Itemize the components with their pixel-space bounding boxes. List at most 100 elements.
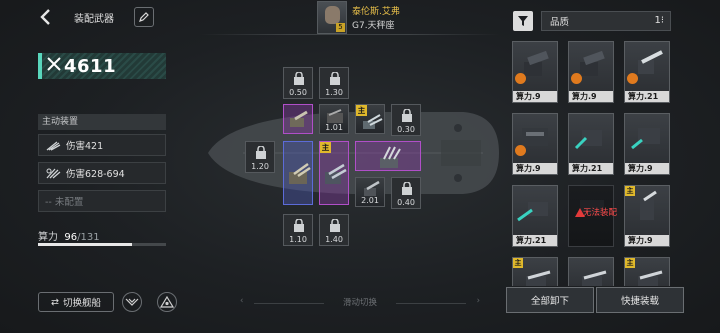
claw-strike-icon xyxy=(45,139,61,151)
active-skill-3[interactable]: -- 未配置 xyxy=(38,190,166,212)
switch-ship-label: 切换舰船 xyxy=(62,298,101,309)
slot-value: 1.01 xyxy=(325,123,343,132)
gear-badge-icon xyxy=(571,73,582,84)
card-compute: 算力.21 xyxy=(569,163,613,174)
combat-power-value: 4611 xyxy=(64,55,117,77)
weapon-card[interactable]: 主 xyxy=(512,257,558,286)
weapon-card[interactable]: 主 xyxy=(624,257,670,286)
weapon-slot-equipped[interactable]: 1.01 xyxy=(319,104,349,134)
cannon-icon xyxy=(582,270,607,286)
main-weapon-badge: 主 xyxy=(320,142,331,153)
weapon-slot-equipped[interactable] xyxy=(283,104,313,134)
card-compute: 算力.21 xyxy=(513,235,557,246)
lock-icon xyxy=(292,71,305,85)
compute-current: 96 xyxy=(64,232,78,243)
switch-ship-button[interactable]: ⇄ 切换舰船 xyxy=(38,292,114,312)
commander-avatar[interactable]: 5 xyxy=(317,1,347,34)
weapon-slot-locked[interactable]: 1.10 xyxy=(283,214,313,246)
back-arrow-icon[interactable] xyxy=(38,8,54,26)
active-skill-1-label: 伤害421 xyxy=(66,141,104,152)
weapon-slot-locked[interactable]: 1.20 xyxy=(245,141,275,173)
card-compute: 算力.9 xyxy=(569,91,613,102)
unequip-all-label: 全部卸下 xyxy=(530,296,569,307)
lock-icon xyxy=(328,71,341,85)
weapon-inventory-grid: 算力.9 算力.9 算力.21 算力.9 算力.21 算力.9 算力.21 无法… xyxy=(512,41,672,286)
weapon-card[interactable]: 算力.9 xyxy=(568,41,614,103)
weapon-slot-large-equipped[interactable]: 主 xyxy=(319,141,349,205)
edit-button[interactable] xyxy=(134,7,154,27)
weapon-slot-locked[interactable]: 0.40 xyxy=(391,177,421,209)
gear-badge-icon xyxy=(627,73,638,84)
card-compute: 算力.9 xyxy=(625,163,669,174)
active-skill-2[interactable]: 伤害628-694 xyxy=(38,162,166,184)
weapon-card[interactable]: 算力.9 xyxy=(624,113,670,175)
quick-equip-label: 快捷装载 xyxy=(620,296,659,307)
weapon-slot-locked[interactable]: 0.30 xyxy=(391,104,421,136)
crossed-swords-icon xyxy=(46,56,62,76)
weapon-card[interactable]: 算力.9 xyxy=(512,41,558,103)
weapon-card[interactable]: 算力.21 xyxy=(568,113,614,175)
lock-icon xyxy=(400,181,413,195)
weapon-slot-locked[interactable]: 0.50 xyxy=(283,67,313,99)
slot-value: 1.10 xyxy=(289,235,307,244)
commander-portrait xyxy=(325,6,340,24)
sort-order-icon: 1⁝ xyxy=(654,15,664,26)
weapon-card[interactable] xyxy=(568,257,614,286)
slot-value: 1.40 xyxy=(325,235,343,244)
compute-max: /131 xyxy=(77,232,100,243)
quick-equip-button[interactable]: 快捷装载 xyxy=(596,287,684,313)
weapon-card[interactable]: 算力.21 xyxy=(624,41,670,103)
swipe-hint[interactable]: ‹ 滑动切换 › xyxy=(240,296,480,310)
swipe-line xyxy=(254,303,324,304)
lock-icon xyxy=(292,218,305,232)
weapon-card[interactable]: 主 算力.9 xyxy=(624,185,670,247)
weapon-slot-equipped[interactable]: 2.01 xyxy=(355,177,385,207)
weapon-card[interactable]: 算力.9 xyxy=(512,113,558,175)
commander-name: 泰伦斯.艾弗 xyxy=(352,7,400,17)
unequip-all-button[interactable]: 全部卸下 xyxy=(506,287,594,313)
lock-icon xyxy=(328,218,341,232)
wing-emblem-icon xyxy=(125,298,139,306)
slot-value: 2.01 xyxy=(361,196,379,205)
cannon-icon xyxy=(363,114,383,129)
energy-cannon-icon xyxy=(631,128,660,150)
missile-launcher-icon xyxy=(380,146,401,168)
compute-progress-bar xyxy=(38,243,166,246)
weapon-card-unavailable[interactable]: 无法装配 xyxy=(568,185,617,247)
fleet-emblem-button[interactable] xyxy=(122,292,142,312)
weapon-card[interactable]: 算力.21 xyxy=(512,185,558,247)
heavy-turret-icon xyxy=(289,162,311,184)
slot-value: 0.30 xyxy=(397,125,415,134)
card-compute: 算力.9 xyxy=(513,163,557,174)
chevron-left-icon: ‹ xyxy=(240,296,244,306)
active-skill-1[interactable]: 伤害421 xyxy=(38,134,166,156)
weapon-slot-locked[interactable]: 1.40 xyxy=(319,214,349,246)
chevron-right-icon: › xyxy=(476,296,480,306)
page-title: 装配武器 xyxy=(74,14,114,25)
compute-progress-fill xyxy=(38,243,132,246)
slot-value: 1.20 xyxy=(251,162,269,171)
commander-level-badge: 5 xyxy=(336,23,345,32)
slot-value: 0.50 xyxy=(289,88,307,97)
pencil-icon xyxy=(139,12,149,22)
card-compute: 算力.9 xyxy=(513,91,557,102)
heavy-cannon-icon xyxy=(640,190,657,220)
slot-value: 0.40 xyxy=(397,198,415,207)
active-skill-3-label: -- 未配置 xyxy=(45,197,84,208)
header-divider xyxy=(200,34,500,35)
gear-badge-icon xyxy=(515,73,526,84)
filter-button[interactable] xyxy=(513,11,533,31)
swipe-line xyxy=(396,303,466,304)
weapon-slot-wide-equipped[interactable] xyxy=(355,141,421,171)
lock-icon xyxy=(400,108,413,122)
formation-button[interactable] xyxy=(157,292,177,312)
active-equipment-header: 主动装置 xyxy=(38,114,166,130)
weapon-slot-equipped[interactable]: 主 xyxy=(355,104,385,134)
weapon-slot-locked[interactable]: 1.30 xyxy=(319,67,349,99)
lock-icon xyxy=(254,145,267,159)
quality-sort-label: 品质 xyxy=(550,17,570,28)
cannon-icon xyxy=(638,270,663,286)
weapon-slot-large-equipped[interactable] xyxy=(283,141,313,205)
quality-sort-select[interactable]: 品质 1⁝ xyxy=(541,11,671,31)
gear-badge-icon xyxy=(515,145,526,156)
